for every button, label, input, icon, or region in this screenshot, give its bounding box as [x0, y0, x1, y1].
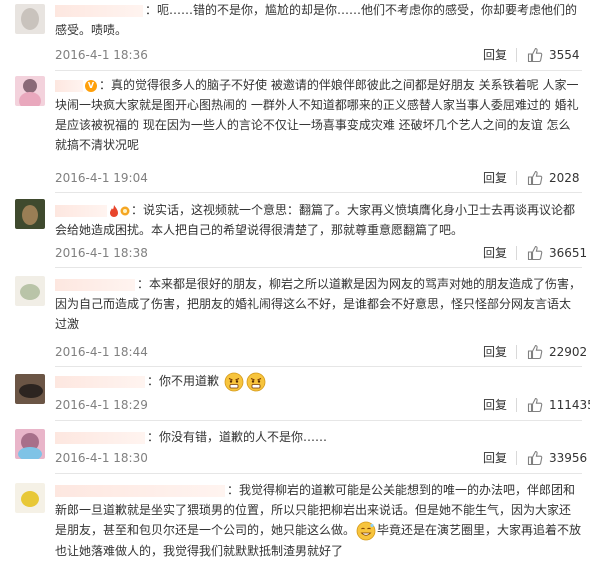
thumbs-up-icon — [527, 450, 543, 466]
username[interactable] — [55, 79, 83, 92]
thumbs-up-icon — [527, 47, 543, 63]
username[interactable] — [55, 431, 145, 444]
reply-button[interactable]: 回复 — [483, 397, 507, 413]
awkward-grin-emoji — [356, 521, 376, 540]
verified-badge: V — [85, 79, 97, 92]
thumbs-up-icon — [527, 397, 543, 413]
comment-date: 2016-4-1 18:36 — [55, 48, 148, 62]
like-count: 22902 — [549, 345, 588, 359]
comment-date: 2016-4-1 18:30 — [55, 451, 148, 465]
username[interactable] — [55, 484, 225, 497]
divider — [516, 171, 517, 185]
avatar[interactable] — [15, 374, 45, 404]
avatar[interactable] — [15, 276, 45, 306]
like-count: 33956 — [549, 451, 588, 465]
avatar[interactable] — [15, 483, 45, 513]
reply-button[interactable]: 回复 — [483, 450, 507, 466]
reply-button[interactable]: 回复 — [483, 47, 507, 63]
angry-face-emoji — [246, 372, 266, 391]
reply-button[interactable]: 回复 — [483, 344, 507, 360]
like-count: 111435 — [549, 398, 590, 412]
divider — [55, 192, 582, 193]
divider — [55, 70, 582, 71]
divider — [516, 451, 517, 465]
divider — [55, 473, 582, 474]
comment-date: 2016-4-1 19:04 — [55, 171, 148, 185]
avatar[interactable] — [15, 199, 45, 229]
divider — [55, 366, 582, 367]
divider — [516, 398, 517, 412]
avatar[interactable] — [15, 4, 45, 34]
comment-date: 2016-4-1 18:44 — [55, 345, 148, 359]
username[interactable] — [55, 204, 107, 217]
comment-text: ：你没有错，道歉的人不是你…… — [147, 430, 328, 444]
divider — [55, 420, 582, 421]
avatar[interactable] — [15, 429, 45, 459]
angry-face-emoji — [224, 372, 244, 391]
like-count: 36651 — [549, 246, 588, 260]
divider — [55, 267, 582, 268]
comment-date: 2016-4-1 18:38 — [55, 246, 148, 260]
comment-text: ：真的觉得很多人的脑子不好使 被邀请的伴娘伴郎彼此之间都是好朋友 关系铁着呢 人… — [55, 78, 579, 152]
reply-button[interactable]: 回复 — [483, 245, 507, 261]
thumbs-up-icon — [527, 344, 543, 360]
thumbs-up-icon — [527, 245, 543, 261]
comment-text: ：你不用道歉 — [147, 374, 220, 388]
username[interactable] — [55, 375, 145, 388]
reply-button[interactable]: 回复 — [483, 170, 507, 186]
comment-text: ：说实话，这视频就一个意思：翻篇了。大家再义愤填膺化身小卫士去再谈再议论都会给她… — [55, 203, 576, 237]
comment-date: 2016-4-1 18:29 — [55, 398, 148, 412]
like-count: 3554 — [549, 48, 580, 62]
divider — [516, 48, 517, 62]
thumbs-up-icon — [527, 170, 543, 186]
badge-icon — [120, 206, 130, 215]
divider — [516, 345, 517, 359]
avatar[interactable] — [15, 76, 45, 106]
username[interactable] — [55, 278, 135, 291]
like-count: 2028 — [549, 171, 580, 185]
username[interactable] — [55, 4, 143, 17]
divider — [516, 246, 517, 260]
flame-icon — [110, 204, 118, 217]
